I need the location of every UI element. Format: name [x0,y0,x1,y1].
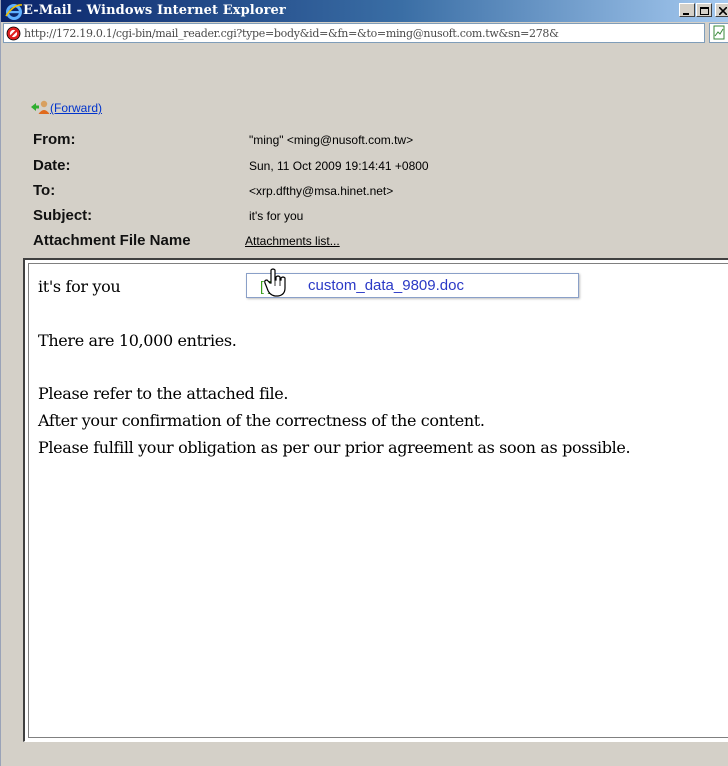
url-field[interactable]: http://172.19.0.1/cgi-bin/mail_reader.cg… [3,23,705,43]
url-text: http://172.19.0.1/cgi-bin/mail_reader.cg… [24,27,559,40]
message-body[interactable]: it's for you There are 10,000 entries. P… [23,258,728,742]
minimize-icon [683,13,689,15]
message-line: There are 10,000 entries. [38,331,237,350]
forward-label: (Forward) [50,101,103,115]
status-bar [1,742,728,766]
forward-user-icon [31,100,50,114]
message-line: Please fulfill your obligation as per ou… [38,438,631,457]
message-frame: it's for you There are 10,000 entries. P… [28,263,728,738]
attachment-label: Attachment File Name [33,232,191,249]
attachments-popup: [ ] custom_data_9809.doc [246,273,579,298]
to-label: To: [33,182,56,199]
internet-explorer-icon [5,4,23,20]
message-line: Please refer to the attached file. [38,384,289,403]
hand-cursor-icon [264,268,286,297]
to-value: <xrp.dfthy@msa.hinet.net> [249,184,394,198]
message-line: it's for you [38,277,121,296]
subject-value: it's for you [249,209,304,223]
close-icon [719,7,727,15]
page-icon [713,25,725,40]
date-value: Sun, 11 Oct 2009 19:14:41 +0800 [249,159,429,173]
maximize-button[interactable] [696,3,712,17]
window-title: E-Mail - Windows Internet Explorer [23,3,286,18]
minimize-button[interactable] [679,3,695,17]
title-bar[interactable]: E-Mail - Windows Internet Explorer [1,0,728,22]
forward-link[interactable]: (Forward) [30,99,150,117]
message-line: After your confirmation of the correctne… [38,411,485,430]
attachment-item[interactable]: custom_data_9809.doc [308,277,464,294]
page-icon-button[interactable] [709,23,728,43]
subject-label: Subject: [33,207,93,224]
blocked-site-icon [6,26,21,41]
date-label: Date: [33,157,71,174]
address-bar: http://172.19.0.1/cgi-bin/mail_reader.cg… [3,22,728,44]
attachments-list-link[interactable]: Attachments list... [245,234,340,248]
close-button[interactable] [715,3,728,17]
from-label: From: [33,131,76,148]
browser-window: E-Mail - Windows Internet Explorer http:… [0,0,728,766]
maximize-icon [700,7,709,15]
from-value: "ming" <ming@nusoft.com.tw> [249,133,414,147]
